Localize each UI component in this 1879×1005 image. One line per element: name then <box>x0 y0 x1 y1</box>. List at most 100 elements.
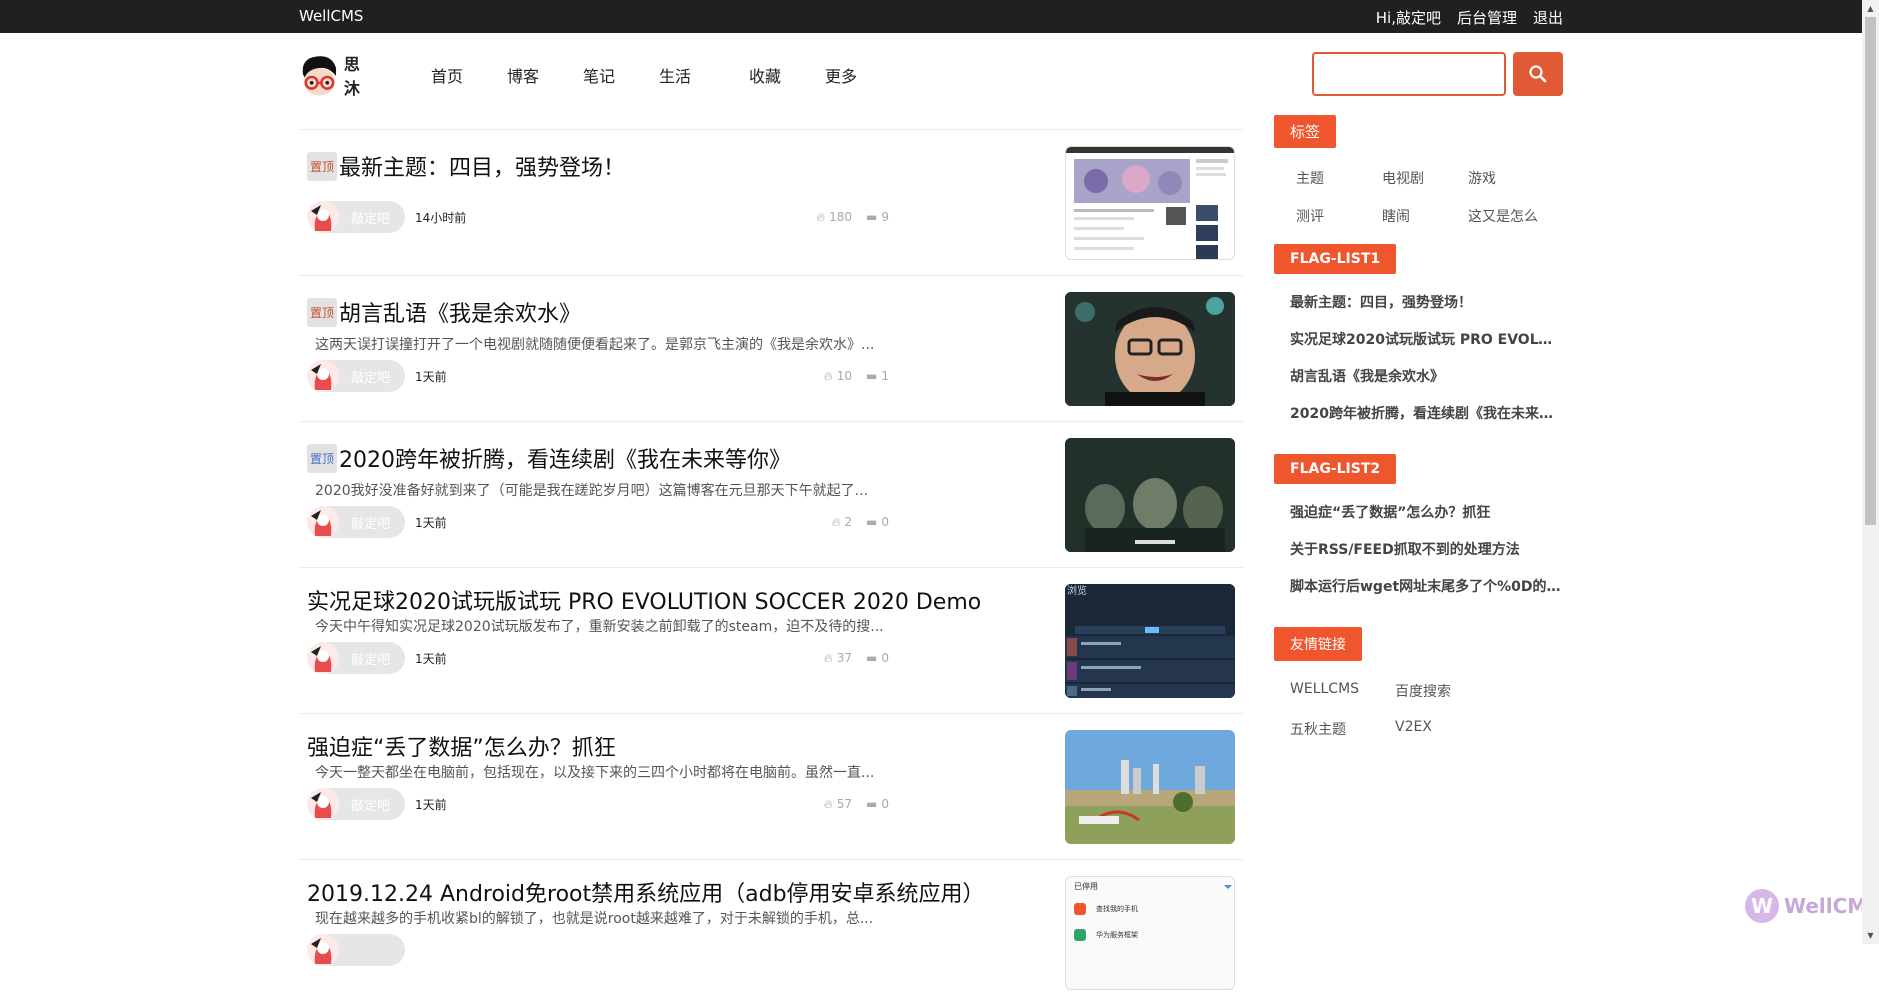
main-nav: 首页 博客 笔记 生活 收藏 更多 <box>431 63 901 87</box>
avatar <box>307 506 339 538</box>
post-time: 1天前 <box>415 797 447 812</box>
nav-item-favorites[interactable]: 收藏 <box>735 63 825 87</box>
thread-title-text[interactable]: 最新主题：四目，强势登场！ <box>339 150 625 182</box>
avatar <box>307 934 339 966</box>
thread-thumbnail[interactable]: 已停用 查找我的手机 华为服务框架 <box>1065 876 1235 990</box>
scroll-up-arrow-icon[interactable]: ▲ <box>1862 0 1879 17</box>
flag-list-item[interactable]: 强迫症“丢了数据”怎么办？抓狂 <box>1290 502 1562 539</box>
sticky-badge: 置顶 <box>307 151 338 181</box>
flag-list-item[interactable]: 实况足球2020试玩版试玩 PRO EVOLUTION SOCCER 2020 … <box>1290 329 1562 366</box>
logout-link[interactable]: 退出 <box>1533 7 1563 28</box>
view-count: 2 <box>844 515 853 529</box>
author-pill[interactable]: 敲定吧 <box>307 506 405 538</box>
thread-stats: 🔥︎ 37 ▬ 0 <box>824 651 889 666</box>
avatar-image <box>307 506 339 538</box>
friend-link[interactable]: 百度搜索 <box>1395 681 1505 701</box>
thread-stats: 🔥︎ 57 ▬ 0 <box>824 797 889 812</box>
search-button[interactable] <box>1513 52 1563 96</box>
avatar-image <box>307 360 339 392</box>
friend-link[interactable]: V2EX <box>1395 719 1505 739</box>
author-pill[interactable] <box>307 934 405 966</box>
flag-list-item[interactable]: 关于RSS/FEED抓取不到的处理方法 <box>1290 539 1562 576</box>
tag-link[interactable]: 游戏 <box>1468 168 1578 188</box>
thread-item[interactable]: 实况足球2020试玩版试玩 PRO EVOLUTION SOCCER 2020 … <box>299 567 1244 713</box>
nav-item-life[interactable]: 生活 <box>659 63 735 87</box>
nav-item-more[interactable]: 更多 <box>825 63 901 87</box>
thumb-phone-label: 已停用 <box>1074 881 1098 891</box>
thread-thumbnail[interactable] <box>1065 292 1235 406</box>
flag-list-item[interactable]: 胡言乱语《我是余欢水》 <box>1290 366 1562 403</box>
avatar-image <box>307 642 339 674</box>
thread-thumbnail[interactable] <box>1065 146 1235 260</box>
thread-item[interactable]: 强迫症“丢了数据”怎么办？抓狂 今天一整天都坐在电脑前，包括现在，以及接下来的三… <box>299 713 1244 859</box>
wellcms-watermark: W WellCMS <box>1744 888 1879 924</box>
tag-link[interactable]: 主题 <box>1296 168 1382 188</box>
thread-stats: 🔥︎ 10 ▬ 1 <box>824 369 889 384</box>
thumb-steam-label: 浏览 <box>1067 584 1087 597</box>
flag-list1: 最新主题：四目，强势登场！ 实况足球2020试玩版试玩 PRO EVOLUTIO… <box>1274 274 1564 454</box>
nav-item-notes[interactable]: 笔记 <box>583 63 659 87</box>
thumbnail-image <box>1066 147 1234 259</box>
comment-count: 0 <box>881 515 889 529</box>
tag-link[interactable]: 测评 <box>1296 206 1382 226</box>
links-heading: 友情链接 <box>1274 627 1362 661</box>
thread-stats: 🔥︎ 180 ▬ 9 <box>816 210 889 225</box>
thread-title-text[interactable]: 强迫症“丢了数据”怎么办？抓狂 <box>307 730 616 762</box>
author-pill[interactable]: 敲定吧 <box>307 360 405 392</box>
flag-list1-heading: FLAG-LIST1 <box>1274 244 1397 274</box>
scroll-down-arrow-icon[interactable]: ▼ <box>1862 927 1879 944</box>
comment-count: 0 <box>881 797 889 811</box>
flag-list-item[interactable]: 最新主题：四目，强势登场！ <box>1290 292 1562 329</box>
friend-link[interactable]: 五秋主题 <box>1290 719 1395 739</box>
nav-item-blog[interactable]: 博客 <box>507 63 583 87</box>
thread-title-text[interactable]: 2020跨年被折腾，看连续剧《我在未来等你》 <box>339 442 791 474</box>
site-header: 思沐 首页 博客 笔记 生活 收藏 更多 <box>299 50 1564 100</box>
wellcms-logo-icon: W <box>1745 889 1779 923</box>
thumb-phone-app1: 查找我的手机 <box>1096 904 1138 913</box>
author-pill[interactable]: 敲定吧 <box>307 201 405 233</box>
thread-title-text[interactable]: 胡言乱语《我是余欢水》 <box>339 296 581 328</box>
thread-item[interactable]: 置顶 胡言乱语《我是余欢水》 这两天误打误撞打开了一个电视剧就随随便便看起来了。… <box>299 275 1244 421</box>
scrollbar-thumb[interactable] <box>1865 17 1876 525</box>
thread-item[interactable]: 置顶 最新主题：四目，强势登场！ 敲定吧 14小时前 🔥︎ 180 ▬ 9 <box>299 129 1244 275</box>
logo-face-icon <box>302 56 337 96</box>
search-input[interactable] <box>1312 52 1506 96</box>
author-pill[interactable]: 敲定吧 <box>307 788 405 820</box>
nav-item-home[interactable]: 首页 <box>431 63 507 87</box>
comment-count: 0 <box>881 651 889 665</box>
search-icon <box>1529 65 1547 83</box>
tag-link[interactable]: 瞎闹 <box>1382 206 1468 226</box>
flag-list-item[interactable]: 脚本运行后wget网址末尾多了个%0D的问题 <box>1290 576 1562 613</box>
friend-link[interactable]: WELLCMS <box>1290 681 1395 701</box>
view-count: 57 <box>836 797 853 811</box>
comment-icon: ▬ <box>866 369 878 383</box>
tags-heading: 标签 <box>1274 115 1337 148</box>
fire-icon: 🔥︎ <box>823 650 833 665</box>
thread-title-text[interactable]: 实况足球2020试玩版试玩 PRO EVOLUTION SOCCER 2020 … <box>307 584 981 616</box>
user-greeting-link[interactable]: Hi,敲定吧 <box>1376 7 1441 28</box>
thread-excerpt: 2020我好没准备好就到来了（可能是我在蹉跎岁月吧）这篇博客在元旦那天下午就起了… <box>315 483 868 499</box>
post-time: 1天前 <box>415 369 447 384</box>
thread-thumbnail[interactable] <box>1065 438 1235 552</box>
thread-excerpt: 今天一整天都坐在电脑前，包括现在，以及接下来的三四个小时都将在电脑前。虽然一直.… <box>315 765 875 781</box>
fire-icon: 🔥︎ <box>816 209 826 224</box>
thread-thumbnail[interactable]: 浏览 <box>1065 584 1235 698</box>
post-time: 1天前 <box>415 651 447 666</box>
tag-link[interactable]: 这又是怎么 <box>1468 206 1578 226</box>
avatar <box>307 642 339 674</box>
fire-icon: 🔥︎ <box>823 796 833 811</box>
brand-link[interactable]: WellCMS <box>299 7 363 25</box>
author-name: 敲定吧 <box>351 798 391 814</box>
site-logo[interactable]: 思沐 <box>299 52 379 98</box>
thread-item[interactable]: 置顶 2020跨年被折腾，看连续剧《我在未来等你》 2020我好没准备好就到来了… <box>299 421 1244 567</box>
thread-thumbnail[interactable] <box>1065 730 1235 844</box>
thread-title-text[interactable]: 2019.12.24 Android免root禁用系统应用（adb停用安卓系统应… <box>307 876 985 908</box>
comment-icon: ▬ <box>866 651 878 665</box>
thumbnail-image <box>1065 438 1235 552</box>
thread-item[interactable]: 2019.12.24 Android免root禁用系统应用（adb停用安卓系统应… <box>299 859 1244 1005</box>
tag-link[interactable]: 电视剧 <box>1382 168 1468 188</box>
flag-list-item[interactable]: 2020跨年被折腾，看连续剧《我在未来等你》 <box>1290 403 1562 440</box>
avatar-image <box>307 788 339 820</box>
author-pill[interactable]: 敲定吧 <box>307 642 405 674</box>
admin-link[interactable]: 后台管理 <box>1457 7 1517 28</box>
